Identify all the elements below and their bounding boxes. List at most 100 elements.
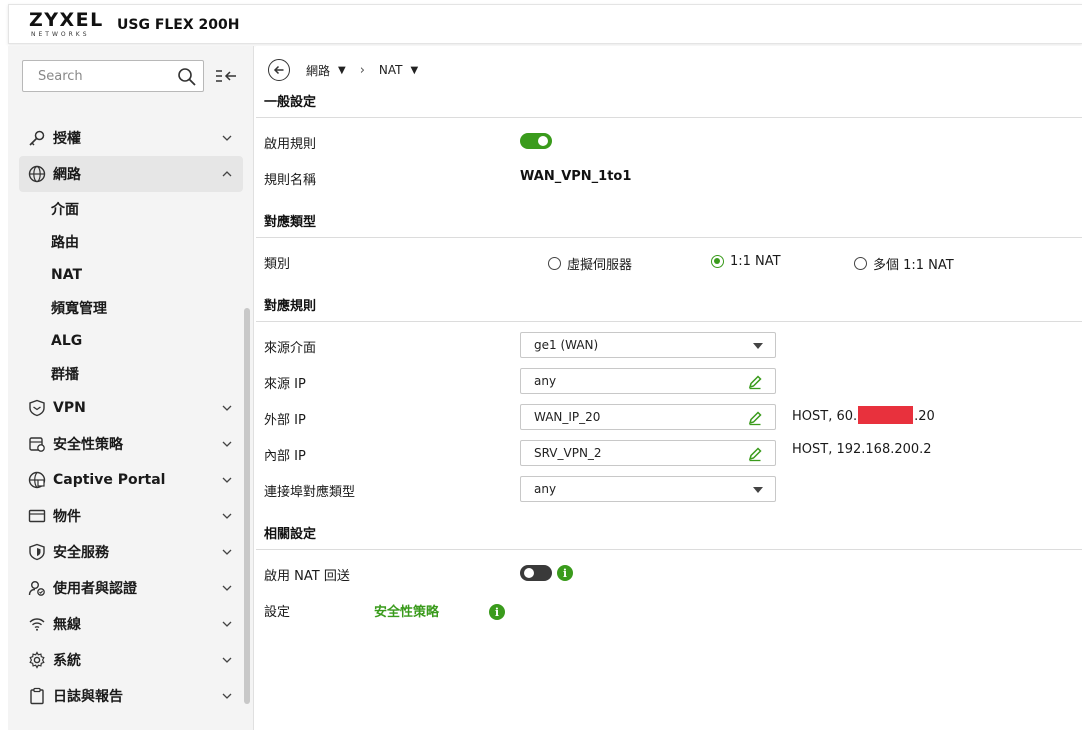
info-icon[interactable]: i bbox=[489, 604, 505, 620]
field-value: SRV_VPN_2 bbox=[534, 446, 602, 460]
source-ip-label: 來源 IP bbox=[264, 377, 306, 392]
back-button[interactable] bbox=[268, 59, 290, 81]
sidebar-item-network[interactable]: 網路 bbox=[19, 156, 243, 192]
chevron-down-icon bbox=[222, 585, 232, 591]
divider bbox=[256, 237, 1082, 238]
key-icon bbox=[27, 128, 47, 148]
radio-label: 虛擬伺服器 bbox=[567, 258, 633, 273]
sidebar-item-label: Captive Portal bbox=[53, 472, 166, 488]
sidebar-item-label: 物件 bbox=[53, 509, 81, 525]
sidebar-item-logs-reports[interactable]: 日誌與報告 bbox=[19, 678, 243, 714]
chevron-down-icon bbox=[222, 657, 232, 663]
brand-sub: NETWORKS bbox=[31, 31, 90, 38]
sidebar-subitem-interface[interactable]: 介面 bbox=[19, 192, 243, 225]
sidebar-item-security-policy[interactable]: 安全性策略 bbox=[19, 426, 243, 462]
sidebar-item-wireless[interactable]: 無線 bbox=[19, 606, 243, 642]
sidebar-item-system[interactable]: 系統 bbox=[19, 642, 243, 678]
field-value: WAN_IP_20 bbox=[534, 410, 601, 424]
sidebar-item-label: 使用者與認證 bbox=[53, 581, 137, 597]
internal-ip-host: HOST, 192.168.200.2 bbox=[792, 442, 932, 457]
sidebar-subitem-alg[interactable]: ALG bbox=[19, 324, 243, 357]
chevron-down-icon bbox=[222, 135, 232, 141]
user-auth-icon bbox=[27, 578, 47, 598]
sidebar-item-label: VPN bbox=[53, 400, 86, 416]
port-mapping-type-select[interactable]: any bbox=[520, 476, 776, 502]
sidebar-subitem-nat[interactable]: NAT bbox=[19, 258, 243, 291]
radio-many-one-to-one-nat[interactable]: 多個 1:1 NAT bbox=[854, 254, 954, 273]
sidebar-item-user-auth[interactable]: 使用者與認證 bbox=[19, 570, 243, 606]
divider bbox=[256, 321, 1082, 322]
external-ip-label: 外部 IP bbox=[264, 413, 306, 428]
breadcrumb-dropdown-icon[interactable]: ▼ bbox=[338, 65, 346, 76]
chevron-down-icon bbox=[222, 621, 232, 627]
section-general-title: 一般設定 bbox=[264, 95, 317, 110]
radio-virtual-server[interactable]: 虛擬伺服器 bbox=[548, 254, 632, 273]
radio-circle-selected bbox=[711, 255, 724, 268]
type-label: 類別 bbox=[264, 257, 291, 272]
chevron-down-icon bbox=[222, 441, 232, 447]
sidebar-scrollbar[interactable] bbox=[244, 308, 250, 704]
source-ip-field[interactable]: any bbox=[520, 368, 776, 394]
chevron-up-icon bbox=[222, 171, 232, 177]
edit-pencil-icon[interactable] bbox=[747, 410, 763, 426]
arrow-left-icon bbox=[273, 65, 284, 75]
divider bbox=[256, 549, 1082, 550]
rule-name-label: 規則名稱 bbox=[264, 173, 317, 188]
sidebar-item-vpn[interactable]: VPN bbox=[19, 390, 243, 426]
collapse-sidebar-icon[interactable] bbox=[214, 66, 238, 86]
breadcrumb-separator-icon: › bbox=[359, 62, 365, 78]
wifi-icon bbox=[27, 614, 47, 634]
settings-label: 設定 bbox=[264, 605, 291, 620]
enable-rule-label: 啟用規則 bbox=[264, 137, 317, 152]
radio-circle bbox=[854, 257, 867, 270]
radio-label: 多個 1:1 NAT bbox=[873, 258, 954, 273]
breadcrumb-dropdown-icon[interactable]: ▼ bbox=[411, 65, 419, 76]
sidebar-subitem-multicast[interactable]: 群播 bbox=[19, 357, 243, 390]
portal-globe-icon bbox=[27, 470, 47, 490]
policy-icon bbox=[27, 434, 47, 454]
search-input[interactable] bbox=[23, 61, 173, 91]
top-bar: ZYXEL NETWORKS USG FLEX 200H bbox=[8, 4, 1082, 44]
chevron-down-icon bbox=[222, 549, 232, 555]
host-prefix: HOST, 60. bbox=[792, 409, 858, 424]
edit-pencil-icon[interactable] bbox=[747, 446, 763, 462]
sidebar-item-label: 無線 bbox=[53, 617, 81, 633]
shield-vpn-icon bbox=[27, 398, 47, 418]
sidebar-item-objects[interactable]: 物件 bbox=[19, 498, 243, 534]
device-model: USG FLEX 200H bbox=[117, 17, 240, 33]
sidebar-item-label: 網路 bbox=[53, 167, 81, 183]
internal-ip-field[interactable]: SRV_VPN_2 bbox=[520, 440, 776, 466]
chevron-down-icon bbox=[222, 693, 232, 699]
external-ip-field[interactable]: WAN_IP_20 bbox=[520, 404, 776, 430]
nat-loopback-label: 啟用 NAT 回送 bbox=[264, 569, 350, 584]
search-icon[interactable] bbox=[177, 67, 197, 87]
sidebar-item-license[interactable]: 授權 bbox=[19, 120, 243, 156]
breadcrumb-level2[interactable]: NAT bbox=[379, 63, 403, 77]
section-mapping-rule-title: 對應規則 bbox=[264, 299, 317, 314]
info-icon[interactable]: i bbox=[557, 565, 573, 581]
sidebar-item-captive-portal[interactable]: Captive Portal bbox=[19, 462, 243, 498]
port-mapping-type-label: 連接埠對應類型 bbox=[264, 485, 356, 500]
chevron-down-icon bbox=[222, 477, 232, 483]
source-interface-select[interactable]: ge1 (WAN) bbox=[520, 332, 776, 358]
chevron-down-icon bbox=[222, 513, 232, 519]
security-policy-link[interactable]: 安全性策略 bbox=[374, 601, 439, 620]
edit-pencil-icon[interactable] bbox=[747, 374, 763, 390]
nat-loopback-toggle[interactable] bbox=[520, 565, 552, 581]
toggle-knob bbox=[538, 136, 548, 146]
breadcrumb-level1[interactable]: 網路 bbox=[306, 62, 330, 79]
sidebar-subitem-routing[interactable]: 路由 bbox=[19, 225, 243, 258]
gear-icon bbox=[27, 650, 47, 670]
sidebar-item-security-services[interactable]: 安全服務 bbox=[19, 534, 243, 570]
sidebar-item-label: 安全服務 bbox=[53, 545, 109, 561]
section-mapping-type-title: 對應類型 bbox=[264, 215, 317, 230]
zyxel-logo[interactable]: ZYXEL NETWORKS bbox=[29, 10, 103, 40]
radio-label: 1:1 NAT bbox=[730, 254, 781, 269]
enable-rule-toggle[interactable] bbox=[520, 133, 552, 149]
dropdown-arrow-icon bbox=[753, 343, 763, 349]
sidebar-item-label: 授權 bbox=[53, 131, 81, 147]
sidebar-subitem-bandwidth[interactable]: 頻寬管理 bbox=[19, 291, 243, 324]
section-related-title: 相關設定 bbox=[264, 527, 317, 542]
radio-one-to-one-nat[interactable]: 1:1 NAT bbox=[711, 254, 781, 269]
select-value: ge1 (WAN) bbox=[534, 338, 599, 352]
